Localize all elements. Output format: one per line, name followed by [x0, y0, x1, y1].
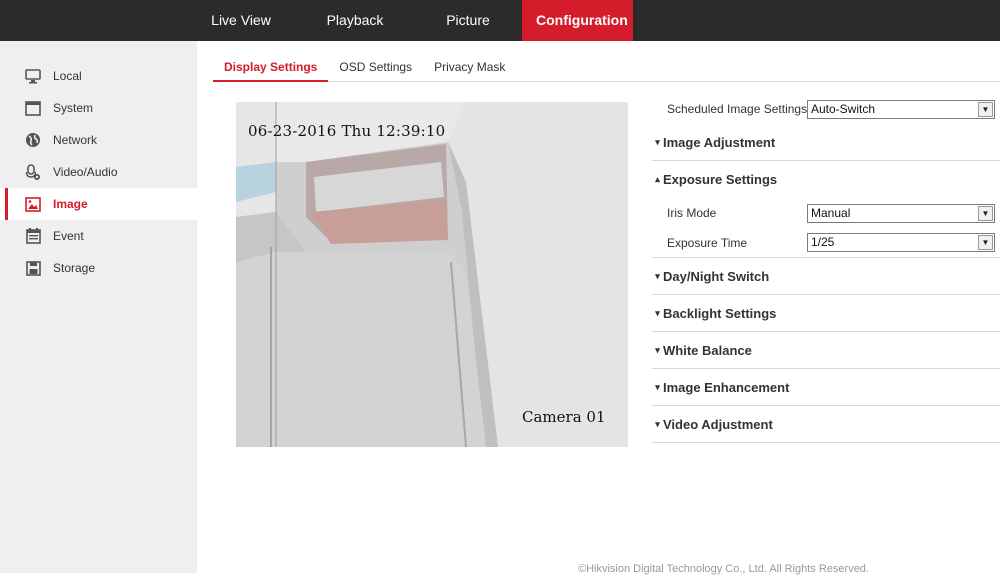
- section-video-adjustment[interactable]: ▾ Video Adjustment: [652, 406, 1000, 443]
- section-label: Video Adjustment: [663, 416, 773, 432]
- live-video-preview[interactable]: 06-23-2016 Thu 12:39:10 Camera 01: [236, 102, 628, 447]
- sidebar-item-event[interactable]: Event: [0, 220, 197, 252]
- image-settings-panel: Scheduled Image Settings Auto-Switch ▼ ▾…: [652, 94, 1000, 443]
- section-image-enhancement[interactable]: ▾ Image Enhancement: [652, 369, 1000, 406]
- chevron-down-icon: ▼: [978, 101, 993, 117]
- chevron-down-icon: ▾: [655, 344, 660, 355]
- chevron-down-icon: ▼: [978, 205, 993, 221]
- floppy-icon: [24, 259, 42, 277]
- top-navigation-bar: Live View Playback Picture Configuration: [0, 0, 1000, 41]
- nav-picture[interactable]: Picture: [414, 0, 522, 41]
- window-icon: [24, 99, 42, 117]
- osd-camera-name: Camera 01: [522, 408, 606, 426]
- tab-osd-settings[interactable]: OSD Settings: [328, 52, 423, 82]
- section-label: Day/Night Switch: [663, 268, 770, 284]
- tab-display-settings[interactable]: Display Settings: [213, 52, 329, 82]
- nav-playback[interactable]: Playback: [296, 0, 414, 41]
- chevron-down-icon: ▾: [655, 136, 660, 147]
- globe-icon: [24, 131, 42, 149]
- section-day-night-switch[interactable]: ▾ Day/Night Switch: [652, 258, 1000, 295]
- sidebar-item-local[interactable]: Local: [0, 60, 197, 92]
- sidebar-item-storage[interactable]: Storage: [0, 252, 197, 284]
- chevron-up-icon: ▴: [655, 174, 660, 184]
- sidebar-item-label: Local: [53, 69, 82, 83]
- section-image-adjustment[interactable]: ▾ Image Adjustment: [652, 124, 1000, 161]
- sidebar-item-label: Video/Audio: [53, 165, 118, 179]
- select-value: Manual: [811, 205, 851, 220]
- image-icon: [24, 195, 42, 213]
- exposure-time-select[interactable]: 1/25 ▼: [807, 233, 995, 252]
- main-nav: Live View Playback Picture Configuration: [186, 0, 633, 41]
- sidebar-item-label: Network: [53, 133, 98, 147]
- calendar-icon: [24, 227, 42, 245]
- nav-live-view[interactable]: Live View: [186, 0, 296, 41]
- section-label: Backlight Settings: [663, 305, 777, 321]
- video-frame-image: [236, 102, 628, 447]
- settings-tabs: Display Settings OSD Settings Privacy Ma…: [213, 52, 1000, 82]
- chevron-down-icon: ▾: [655, 381, 660, 392]
- sidebar-item-label: Storage: [53, 261, 96, 275]
- section-exposure-settings[interactable]: ▴ Exposure Settings: [652, 161, 1000, 198]
- sidebar: Local System Network Video/Audio Image E…: [0, 41, 197, 573]
- select-value: Auto-Switch: [811, 101, 876, 116]
- section-label: Exposure Settings: [663, 172, 778, 187]
- scheduled-image-settings-label: Scheduled Image Settings: [667, 102, 808, 116]
- section-label: Image Enhancement: [663, 379, 790, 395]
- copyright-footer: ©Hikvision Digital Technology Co., Ltd. …: [578, 563, 869, 575]
- sidebar-item-label: Image: [53, 197, 88, 211]
- sidebar-item-video-audio[interactable]: Video/Audio: [0, 156, 197, 188]
- chevron-down-icon: ▾: [655, 307, 660, 318]
- select-value: 1/25: [811, 235, 835, 249]
- microphone-icon: [24, 163, 42, 181]
- sidebar-item-label: Event: [53, 229, 84, 243]
- tab-privacy-mask[interactable]: Privacy Mask: [423, 52, 516, 82]
- iris-mode-label: Iris Mode: [667, 206, 717, 220]
- osd-timestamp: 06-23-2016 Thu 12:39:10: [248, 122, 446, 140]
- scheduled-image-settings-select[interactable]: Auto-Switch ▼: [807, 99, 995, 119]
- section-backlight-settings[interactable]: ▾ Backlight Settings: [652, 295, 1000, 332]
- chevron-down-icon: ▾: [655, 270, 660, 281]
- sidebar-item-network[interactable]: Network: [0, 124, 197, 156]
- sidebar-item-system[interactable]: System: [0, 92, 197, 124]
- nav-configuration[interactable]: Configuration: [522, 0, 633, 41]
- chevron-down-icon: ▼: [978, 235, 993, 250]
- iris-mode-select[interactable]: Manual ▼: [807, 203, 995, 223]
- chevron-down-icon: ▾: [655, 418, 660, 429]
- monitor-icon: [24, 67, 42, 85]
- section-label: Image Adjustment: [663, 134, 776, 150]
- exposure-time-label: Exposure Time: [667, 235, 748, 250]
- scheduled-image-settings-row: Scheduled Image Settings Auto-Switch ▼: [652, 94, 1000, 124]
- section-label: White Balance: [663, 342, 752, 358]
- section-white-balance[interactable]: ▾ White Balance: [652, 332, 1000, 369]
- sidebar-item-label: System: [53, 101, 94, 115]
- iris-mode-row: Iris Mode Manual ▼: [652, 198, 1000, 228]
- sidebar-item-image[interactable]: Image: [0, 188, 197, 220]
- exposure-time-row: Exposure Time 1/25 ▼: [652, 228, 1000, 258]
